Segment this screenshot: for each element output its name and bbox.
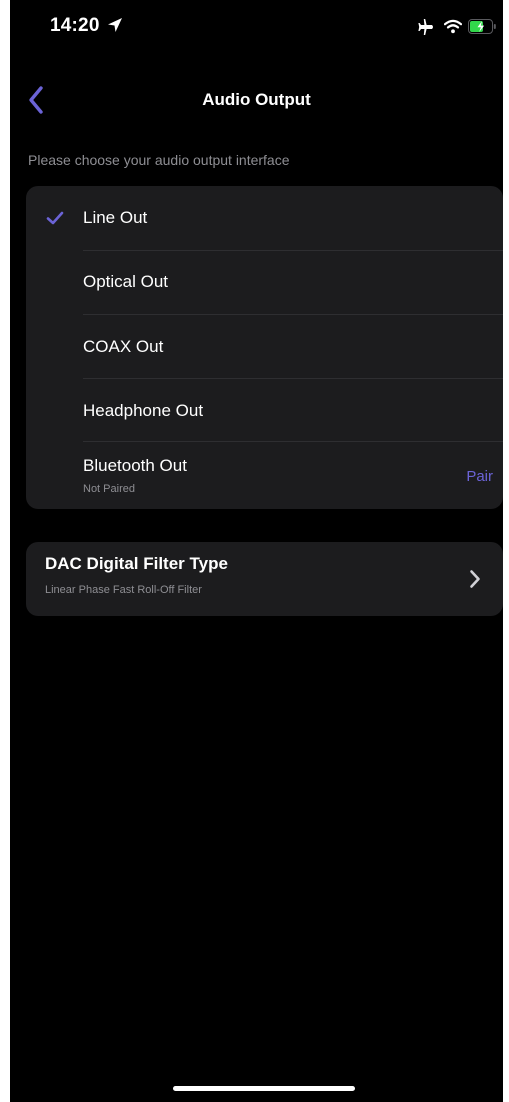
screen: 14:20 Audio Output Please choose your au… bbox=[10, 0, 503, 1102]
airplane-icon bbox=[418, 19, 433, 35]
option-bluetooth-out[interactable]: Bluetooth Out Not Paired Pair bbox=[26, 442, 503, 509]
dac-filter-title: DAC Digital Filter Type bbox=[45, 554, 228, 573]
option-label: Optical Out bbox=[83, 272, 169, 291]
option-coax-out[interactable]: COAX Out bbox=[26, 315, 503, 378]
status-time: 14:20 bbox=[50, 15, 100, 36]
option-optical-out[interactable]: Optical Out bbox=[26, 251, 503, 314]
status-bar: 14:20 bbox=[10, 0, 503, 56]
option-label: Bluetooth Out bbox=[83, 456, 187, 475]
location-arrow-icon bbox=[108, 18, 122, 32]
battery-charging-icon bbox=[468, 19, 496, 34]
section-label: Please choose your audio output interfac… bbox=[28, 152, 290, 168]
chevron-right-icon bbox=[470, 570, 480, 588]
checkmark-icon bbox=[46, 211, 64, 225]
option-label: COAX Out bbox=[83, 337, 164, 356]
wifi-icon bbox=[444, 19, 462, 34]
option-label: Headphone Out bbox=[83, 401, 204, 420]
option-headphone-out[interactable]: Headphone Out bbox=[26, 379, 503, 441]
dac-filter-row[interactable]: DAC Digital Filter Type Linear Phase Fas… bbox=[26, 542, 503, 616]
home-indicator bbox=[173, 1086, 355, 1091]
option-label: Line Out bbox=[83, 208, 148, 227]
option-line-out[interactable]: Line Out bbox=[26, 186, 503, 250]
nav-bar: Audio Output bbox=[10, 78, 503, 122]
dac-filter-value: Linear Phase Fast Roll-Off Filter bbox=[45, 584, 202, 596]
pair-button[interactable]: Pair bbox=[466, 468, 493, 485]
bluetooth-status: Not Paired bbox=[83, 483, 135, 495]
output-options-group: Line Out Optical Out COAX Out Headphone … bbox=[26, 186, 503, 509]
page-title: Audio Output bbox=[202, 90, 311, 109]
